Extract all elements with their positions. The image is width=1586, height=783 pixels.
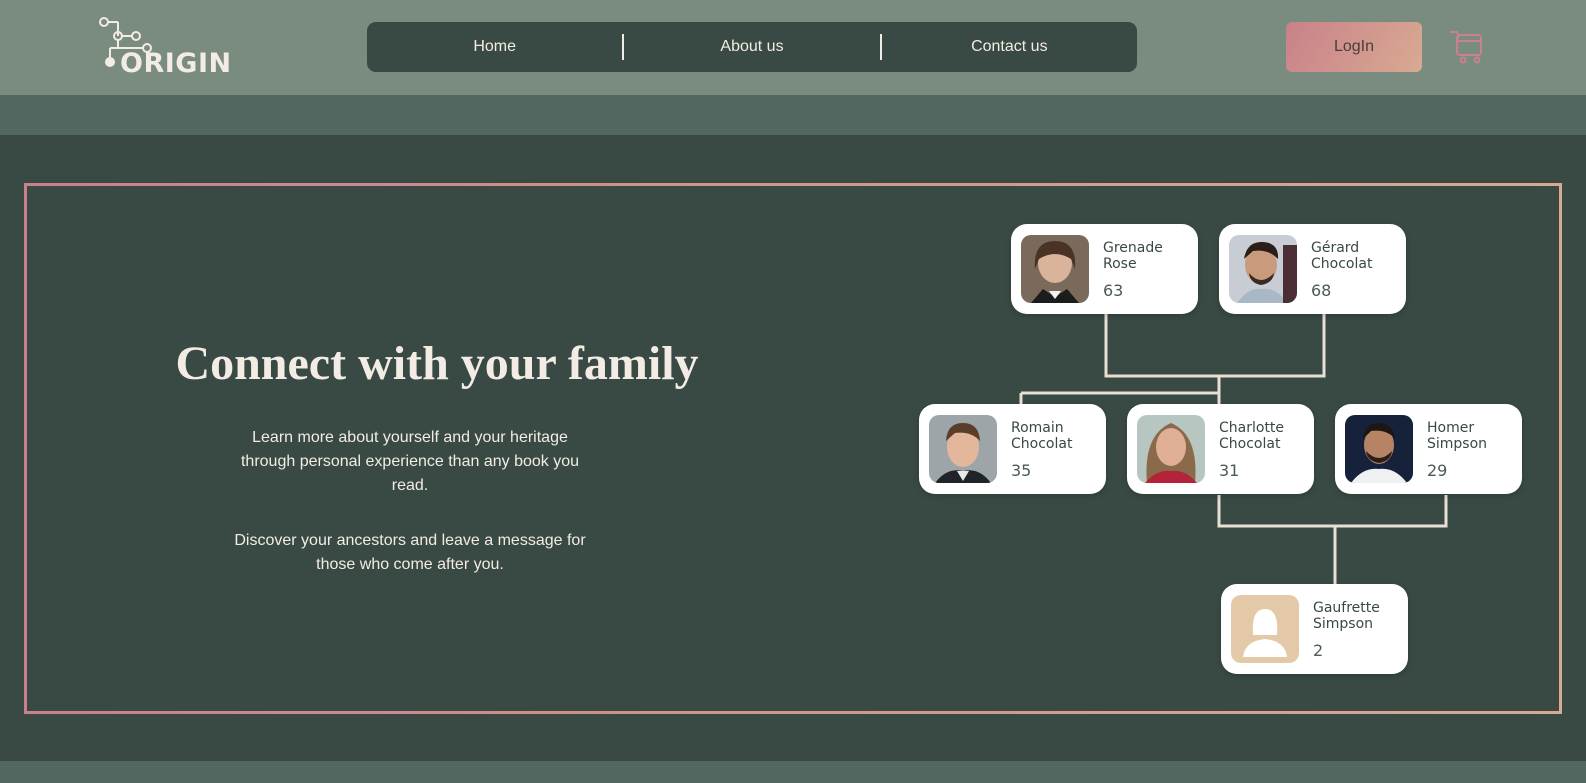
- family-card-charlotte-chocolat[interactable]: Charlotte Chocolat 31: [1127, 404, 1314, 494]
- footer-band: [0, 761, 1586, 783]
- nav-contact-us[interactable]: Contact us: [882, 38, 1137, 56]
- avatar: [1345, 415, 1413, 483]
- header-band: [0, 95, 1586, 135]
- avatar: [1021, 235, 1089, 303]
- logo-text: ORIGIN: [120, 48, 232, 79]
- hero-title: Connect with your family: [175, 337, 699, 390]
- member-name: Grenade Rose: [1103, 240, 1163, 272]
- member-name: Gérard Chocolat: [1311, 240, 1373, 272]
- hero-paragraph-heritage: Learn more about yourself and your herit…: [240, 429, 579, 494]
- hero-paragraph-ancestors: Discover your ancestors and leave a mess…: [234, 532, 586, 573]
- avatar-placeholder: [1231, 595, 1299, 663]
- member-name: Charlotte Chocolat: [1219, 420, 1285, 452]
- member-age: 35: [1011, 461, 1032, 480]
- person-placeholder-icon: [1231, 595, 1299, 663]
- member-name: Gaufrette Simpson: [1313, 600, 1380, 632]
- cart-icon[interactable]: [1449, 29, 1485, 65]
- family-card-romain-chocolat[interactable]: Romain Chocolat 35: [919, 404, 1106, 494]
- logo[interactable]: ORIGIN: [96, 14, 231, 80]
- member-age: 29: [1427, 461, 1448, 480]
- member-age: 2: [1313, 641, 1324, 660]
- main-nav: Home About us Contact us: [367, 22, 1137, 72]
- family-card-gerard-chocolat[interactable]: Gérard Chocolat 68: [1219, 224, 1406, 314]
- family-card-gaufrette-simpson[interactable]: Gaufrette Simpson 2: [1221, 584, 1408, 674]
- site-header: ORIGIN Home About us Contact us LogIn: [0, 0, 1586, 95]
- member-age: 63: [1103, 281, 1124, 300]
- avatar: [929, 415, 997, 483]
- family-card-homer-simpson[interactable]: Homer Simpson 29: [1335, 404, 1522, 494]
- login-button[interactable]: LogIn: [1286, 22, 1422, 72]
- member-name: Romain Chocolat: [1011, 420, 1073, 452]
- avatar: [1137, 415, 1205, 483]
- nav-home[interactable]: Home: [367, 38, 622, 56]
- member-age: 68: [1311, 281, 1332, 300]
- member-age: 31: [1219, 461, 1240, 480]
- family-card-grenade-rose[interactable]: Grenade Rose 63: [1011, 224, 1198, 314]
- nav-about-us[interactable]: About us: [624, 38, 879, 56]
- member-name: Homer Simpson: [1427, 420, 1488, 452]
- avatar: [1229, 235, 1297, 303]
